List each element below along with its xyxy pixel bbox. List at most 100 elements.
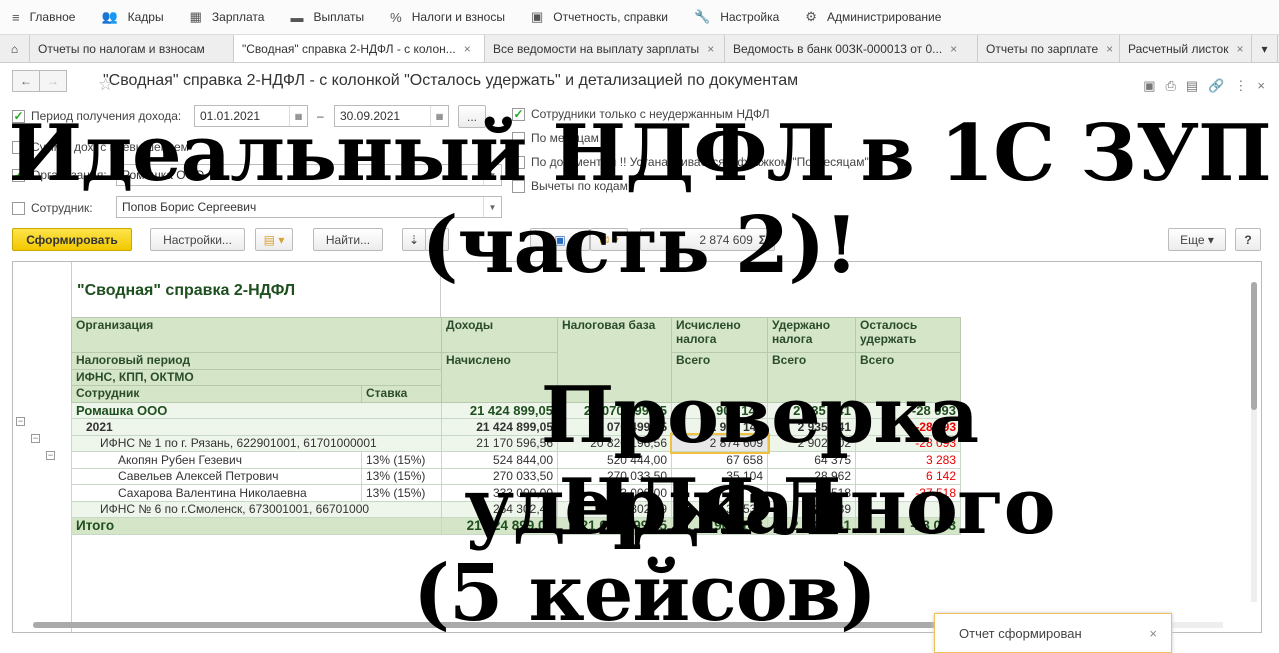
report-area[interactable]: "Сводная" справка 2-НДФЛ Организация Дохо… [12, 261, 1262, 633]
period-to-input[interactable]: 30.09.2021 ▦ [334, 105, 449, 127]
table-row[interactable]: ИФНС № 1 по г. Рязань, 622901001, 617010… [71, 433, 961, 454]
income: 333 000,00 [441, 484, 558, 502]
close-icon[interactable]: × [464, 42, 471, 56]
close-icon[interactable]: × [1257, 78, 1265, 94]
save-icon[interactable]: ▣ [1143, 78, 1155, 94]
menu-main[interactable]: ≡ Главное [12, 10, 75, 25]
notification[interactable]: Отчет сформирован × [934, 613, 1172, 653]
tab-payslip[interactable]: Расчетный листок × [1120, 35, 1252, 62]
period-select-button[interactable]: ... [458, 105, 486, 128]
variants-button[interactable]: ▤ ▾ [255, 228, 293, 251]
menu-label: Отчетность, справки [553, 10, 669, 24]
settings-button[interactable]: Настройки... [150, 228, 245, 251]
table-row[interactable]: Сахарова Валентина Николаевна 13% (15%) 33… [71, 484, 961, 502]
menu-taxes[interactable]: % Налоги и взносы [390, 10, 505, 25]
calendar-icon[interactable]: ▦ [430, 106, 448, 126]
deductions-checkbox[interactable] [512, 179, 525, 193]
sort-desc-icon[interactable]: ⇣ [402, 228, 426, 251]
sums-checkbox[interactable] [12, 140, 25, 154]
collapse-icon[interactable]: − [16, 417, 25, 426]
wrench-icon: 🔧 [694, 9, 711, 24]
tab-label: Ведомость в банк 00ЗК-000013 от 0... [733, 41, 943, 56]
col-calc-total: Всего [671, 352, 768, 403]
by-docs-checkbox[interactable] [512, 155, 525, 169]
income: 21 424 899,05 [441, 401, 558, 419]
tab-statements[interactable]: Все ведомости на выплату зарплаты × [485, 35, 725, 62]
close-icon[interactable]: × [707, 42, 714, 56]
table-row[interactable]: Савельев Алексей Петрович 13% (15%) 270 03… [71, 467, 961, 485]
row-name: ИФНС № 1 по г. Рязань, 622901001, 617010… [71, 434, 442, 452]
employee-input[interactable]: Попов Борис Сергеевич ▼ [116, 196, 502, 218]
tab-2ndfl[interactable]: "Сводная" справка 2-НДФЛ - с колон... × [234, 35, 485, 62]
menu-admin[interactable]: ⚙ Администрирование [805, 9, 941, 25]
employee-checkbox[interactable] [12, 201, 25, 215]
calendar-icon[interactable]: ▦ [289, 106, 307, 126]
collapse-icon[interactable]: − [31, 434, 40, 443]
chevron-down-icon[interactable]: ▼ [483, 197, 501, 217]
generate-button[interactable]: Сформировать [12, 228, 132, 251]
table-row[interactable]: ИФНС № 6 по г.Смоленск, 673001001, 66701… [71, 500, 961, 518]
vertical-scrollbar[interactable] [1251, 282, 1257, 602]
menu-label: Выплаты [313, 10, 365, 24]
tab-bank-statement[interactable]: Ведомость в банк 00ЗК-000013 от 0... × [725, 35, 978, 62]
favorite-star-icon[interactable]: ☆ [98, 75, 113, 95]
only-unwithheld-checkbox[interactable]: ✓ [512, 107, 525, 121]
tab-salary-reports[interactable]: Отчеты по зарплате × [978, 35, 1120, 62]
table-row[interactable]: Акопян Рубен Гезевич 13% (15%) 524 844,00 5… [71, 451, 961, 469]
period-label: Период получения дохода: [31, 109, 182, 123]
percent-icon: % [390, 9, 402, 25]
sort-asc-icon[interactable]: ⇡ [425, 228, 449, 251]
close-icon[interactable]: × [1149, 626, 1157, 641]
back-button[interactable]: ← [12, 70, 40, 92]
forward-button[interactable]: → [39, 70, 67, 92]
home-icon[interactable]: ⌂ [0, 35, 30, 62]
chevron-down-icon[interactable]: ▼ [483, 165, 501, 185]
tax-base: 20 820 196,56 [557, 434, 672, 452]
col-remain: Осталось удержать [855, 317, 961, 353]
collapse-icon[interactable]: − [46, 451, 55, 460]
withheld-tax: 2 902 702 [767, 434, 856, 452]
org-checkbox[interactable]: ✓ [12, 168, 25, 182]
print-icon[interactable]: ⎙ [1166, 78, 1176, 94]
by-docs-label: По документам !! Устанавливается с флажк… [531, 155, 879, 169]
close-icon[interactable]: × [1236, 42, 1243, 56]
menu-salary[interactable]: ▦ Зарплата [190, 9, 265, 25]
org-value: Ромашка ООО [122, 168, 205, 182]
report-icon: ▣ [530, 9, 544, 24]
more-button[interactable]: Еще ▾ [1168, 228, 1226, 251]
table-row[interactable]: Ромашка ООО 21 424 899,05 21 070 499,05 2 9… [71, 401, 961, 419]
row-name: Ромашка ООО [71, 401, 442, 419]
period-to-value: 30.09.2021 [340, 109, 401, 123]
menu-reports[interactable]: ▣ Отчетность, справки [531, 9, 668, 25]
save-report-button[interactable]: ▣ [530, 228, 590, 251]
email-button[interactable]: ✉ ▾ [590, 228, 628, 251]
total-base: 21 070 499,05 [557, 517, 672, 535]
col-income: Доходы [441, 317, 558, 353]
tabs-dropdown-icon[interactable]: ▾ [1252, 35, 1278, 62]
close-icon[interactable]: × [1106, 42, 1113, 56]
period-from-input[interactable]: 01.01.2021 ▦ [194, 105, 308, 127]
tab-tax-reports[interactable]: Отчеты по налогам и взносам [30, 35, 234, 62]
table-row[interactable]: 2021 21 424 899,05 21 070 499,05 2 907 148 2… [71, 418, 961, 436]
period-dash: – [317, 109, 324, 123]
find-button[interactable]: Найти... [313, 228, 383, 251]
org-input[interactable]: Ромашка ООО ▼ [116, 164, 502, 186]
form-tools: ▣ ⎙ ▤ 🔗 ⋮ × [1143, 78, 1265, 94]
link-icon[interactable]: 🔗 [1208, 78, 1224, 94]
employee-name: Акопян Рубен Гезевич [71, 451, 362, 469]
menu-dots-icon[interactable]: ⋮ [1234, 78, 1247, 94]
menu-settings[interactable]: 🔧 Настройка [694, 9, 779, 25]
menu-staff[interactable]: 👥 Кадры [101, 9, 163, 25]
calc-tax: 32 539 [671, 500, 768, 518]
close-icon[interactable]: × [950, 42, 957, 56]
period-checkbox[interactable]: ✓ [12, 109, 25, 123]
sum-icon: Σ [758, 232, 766, 247]
divider [440, 262, 441, 317]
help-button[interactable]: ? [1235, 228, 1261, 251]
report-table: Организация Доходы Налоговая база Исчислено… [71, 317, 961, 535]
by-month-checkbox[interactable] [512, 131, 525, 145]
preview-icon[interactable]: ▤ [1186, 78, 1198, 94]
by-month-label: По месяцам [531, 131, 599, 145]
wallet-icon: ▬ [290, 9, 304, 25]
menu-payments[interactable]: ▬ Выплаты [290, 10, 364, 25]
